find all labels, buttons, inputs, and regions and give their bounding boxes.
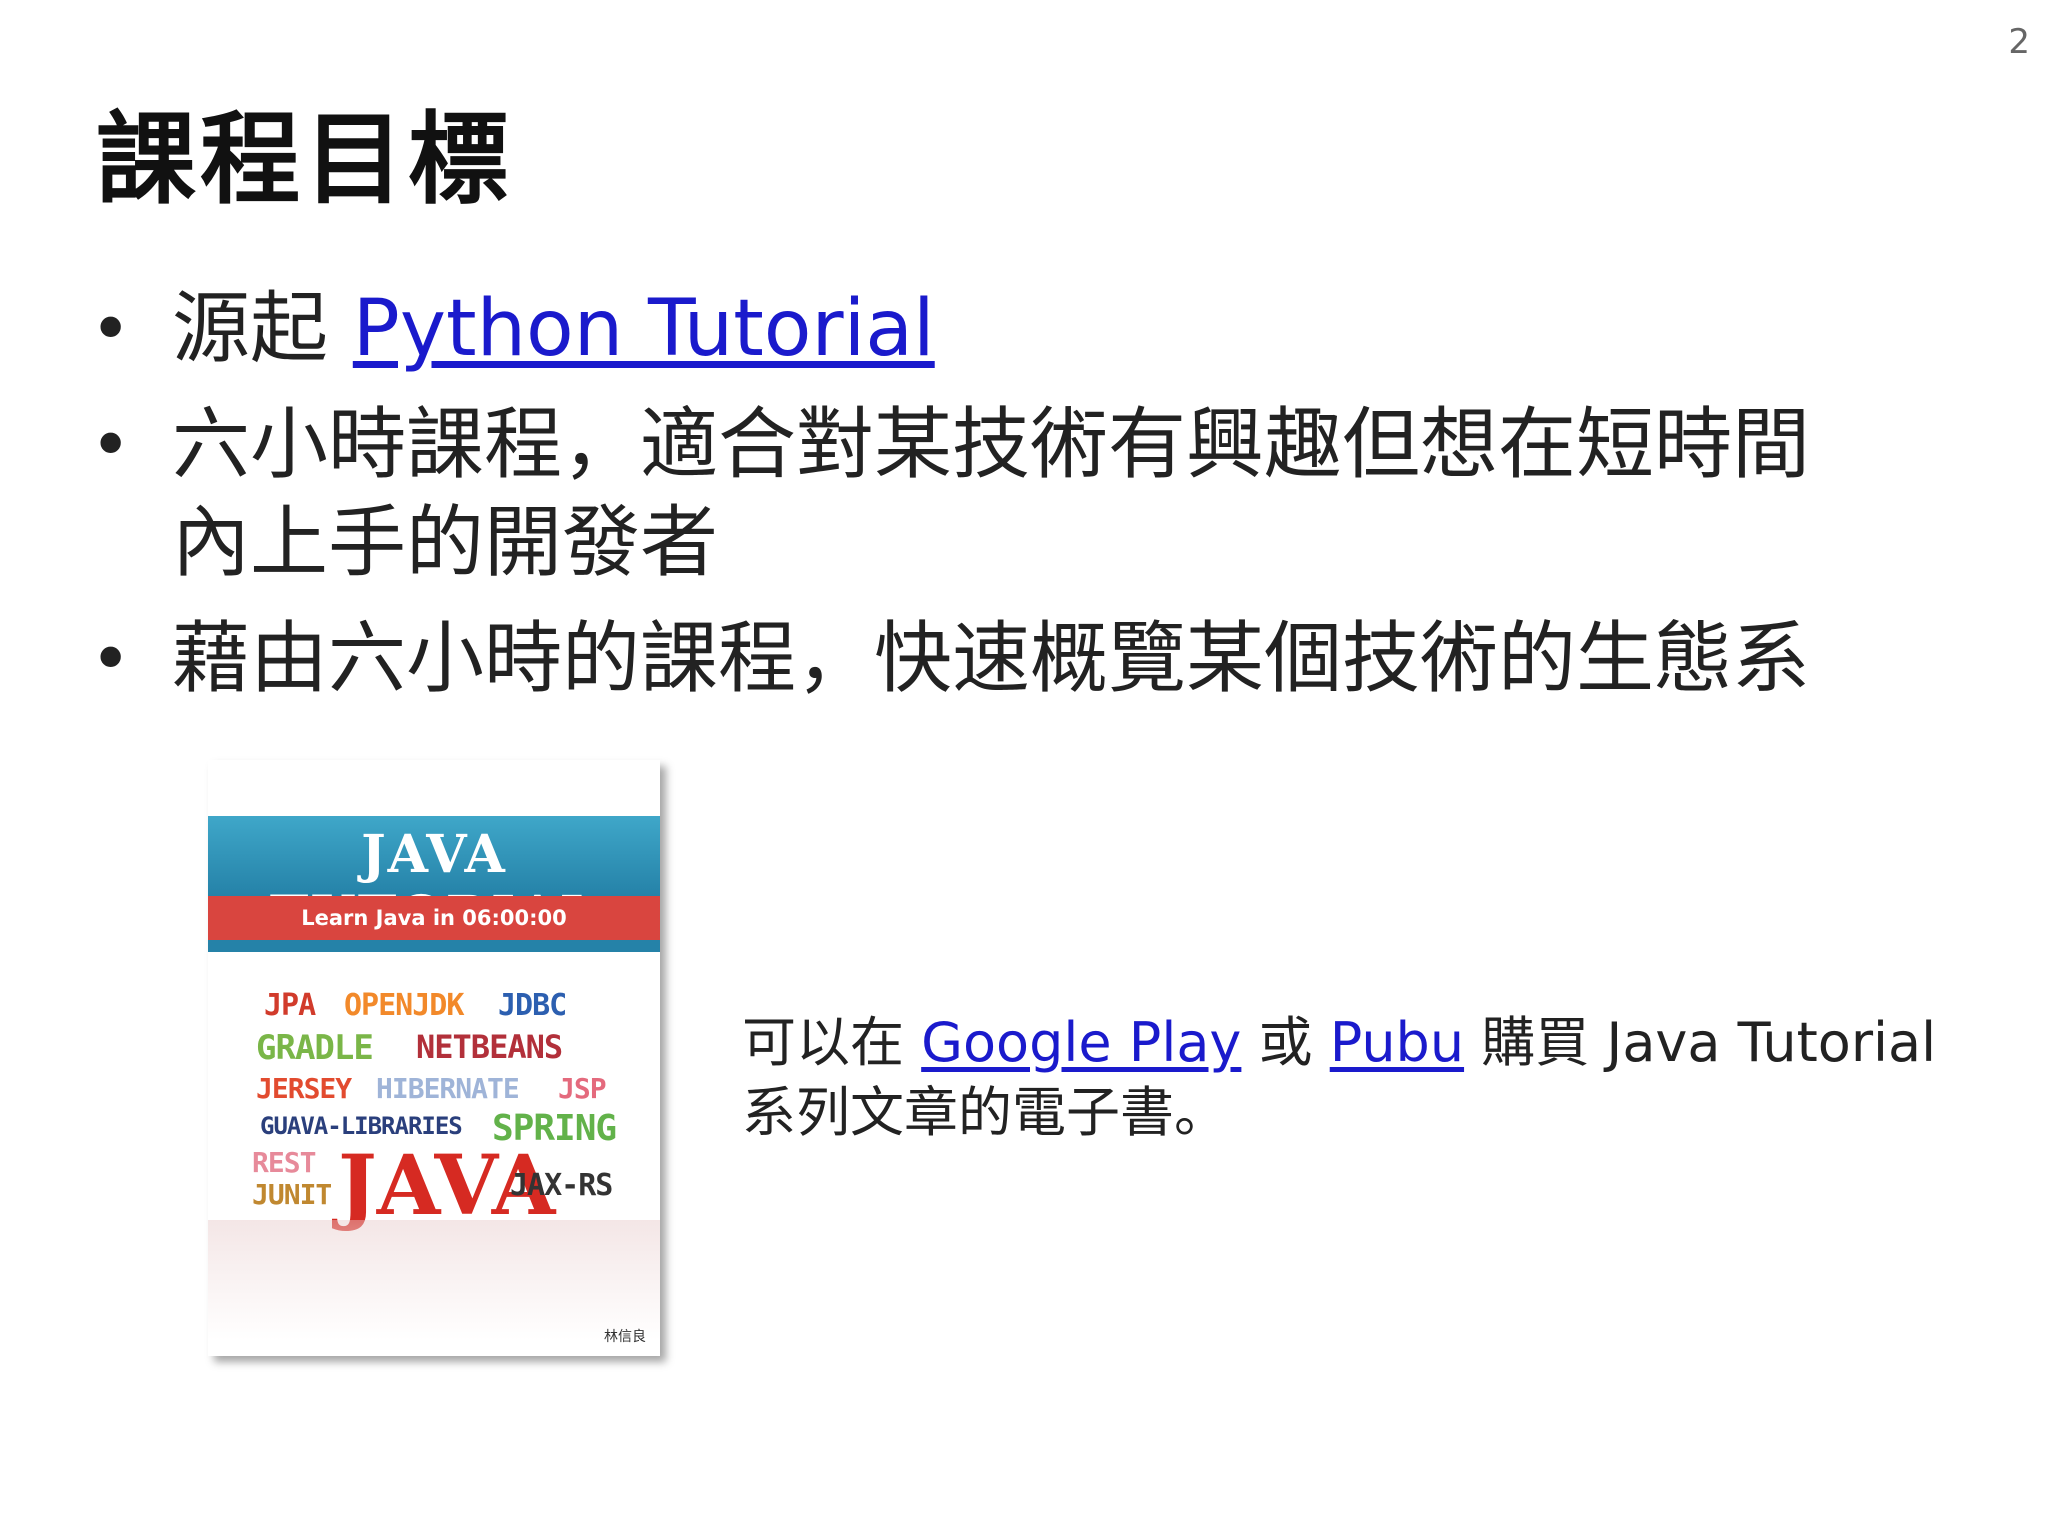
page-number: 2: [2008, 22, 2030, 62]
cover-word: JPA: [264, 988, 316, 1023]
bullet-item: • 藉由六小時的課程，快速概覽某個技術的生態系: [86, 610, 1886, 708]
bullet-text: 藉由六小時的課程，快速概覽某個技術的生態系: [172, 614, 1811, 704]
cover-word: JERSEY: [256, 1072, 352, 1105]
pubu-link[interactable]: Pubu: [1330, 1011, 1464, 1074]
caption-text: 可以在: [742, 1011, 922, 1074]
bullet-item: • 六小時課程，適合對某技術有興趣但想在短時間內上手的開發者: [86, 396, 1886, 592]
cover-author: 林信良: [604, 1329, 646, 1345]
cover-word: JAX-RS: [510, 1168, 613, 1203]
cover-header: JAVA TUTORIAL: [208, 816, 660, 946]
slide-title: 課程目標: [96, 101, 512, 218]
bullet-icon: •: [90, 618, 132, 700]
cover-word: GUAVA-LIBRARIES: [260, 1112, 463, 1140]
cover-word: GRADLE: [256, 1028, 374, 1068]
bullet-icon: •: [90, 288, 132, 370]
cover-word: NETBEANS: [416, 1028, 563, 1066]
bullet-text: 源起: [172, 284, 353, 374]
cover-word: OPENJDK: [344, 988, 464, 1023]
google-play-link[interactable]: Google Play: [921, 1011, 1241, 1074]
bullet-text: 六小時課程，適合對某技術有興趣但想在短時間內上手的開發者: [172, 400, 1811, 588]
book-cover-image: JAVA TUTORIAL Learn Java in 06:00:00 JPA…: [208, 760, 660, 1356]
cover-word: HIBERNATE: [376, 1072, 520, 1105]
python-tutorial-link[interactable]: Python Tutorial: [353, 284, 935, 374]
bullet-icon: •: [90, 404, 132, 486]
cover-word: JSP: [558, 1072, 607, 1105]
ebook-caption: 可以在 Google Play 或 Pubu 購買 Java Tutorial …: [742, 1008, 2002, 1148]
bullet-item: • 源起 Python Tutorial: [86, 280, 1886, 378]
caption-text: 或: [1241, 1011, 1330, 1074]
cover-reflection: [208, 1220, 660, 1340]
cover-word: JDBC: [498, 988, 567, 1023]
cover-word: REST: [252, 1146, 316, 1179]
cover-divider: [208, 940, 660, 952]
cover-word: JUNIT: [252, 1178, 332, 1211]
bullet-list: • 源起 Python Tutorial • 六小時課程，適合對某技術有興趣但想…: [86, 280, 1886, 726]
cover-subtitle: Learn Java in 06:00:00: [208, 896, 660, 940]
